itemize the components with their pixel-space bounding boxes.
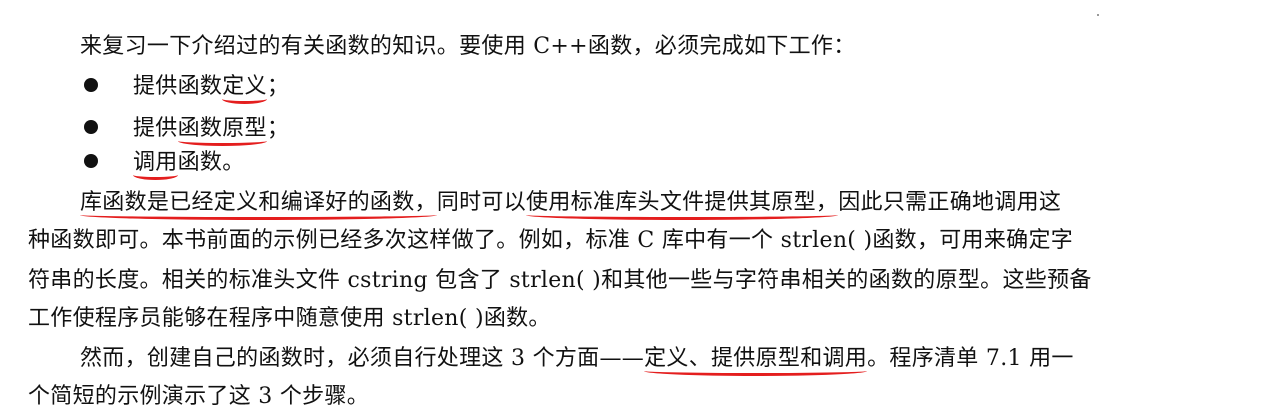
- underlined-three-aspects: 定义、提供原型和调用: [644, 346, 868, 376]
- paragraph2-after-text: 。程序清单 7.1 用一: [867, 346, 1074, 371]
- paragraph2-before-text: 然而，创建自己的函数时，必须自行处理这 3 个方面——: [80, 346, 645, 371]
- underlined-header-prototype: 使用标准库头文件提供其原型，: [526, 190, 839, 220]
- paragraph2-line1: 然而，创建自己的函数时，必须自行处理这 3 个方面——定义、提供原型和调用。程序…: [80, 344, 1269, 376]
- bullet-text-after: ；: [266, 116, 290, 141]
- intro-line: 来复习一下介绍过的有关函数的知识。要使用 C++函数，必须完成如下工作：: [80, 32, 1269, 62]
- speck-mark: [1097, 14, 1099, 16]
- paragraph1-end-text: 因此只需正确地调用这: [838, 190, 1062, 215]
- paragraph1-text: 符串的长度。相关的标准头文件 cstring 包含了 strlen( )和其他一…: [28, 268, 1092, 293]
- bullet-text-before: 提供: [133, 116, 178, 141]
- paragraph1-line4: 工作使程序员能够在程序中随意使用 strlen( )函数。: [28, 304, 1269, 334]
- intro-text: 来复习一下介绍过的有关函数的知识。要使用 C++函数，必须完成如下工作：: [80, 34, 856, 59]
- paragraph1-line1: 库函数是已经定义和编译好的函数，同时可以使用标准库头文件提供其原型，因此只需正确…: [80, 188, 1269, 220]
- bullet-text: 调用函数。: [133, 148, 245, 180]
- underlined-term-call: 调用: [133, 150, 178, 180]
- paragraph1-line3: 符串的长度。相关的标准头文件 cstring 包含了 strlen( )和其他一…: [28, 266, 1269, 296]
- underlined-term-prototype: 函数原型: [177, 116, 267, 146]
- underlined-library-functions: 库函数是已经定义和编译好的函数，: [80, 190, 437, 220]
- bullet-text-after: 函数。: [177, 150, 245, 175]
- paragraph1-mid-text: 同时可以: [436, 190, 527, 215]
- paragraph2-text: 个简短的示例演示了这 3 个步骤。: [28, 384, 370, 409]
- bullet-text-before: 提供函数: [133, 74, 223, 99]
- underlined-term-definition: 定义: [222, 74, 267, 104]
- bullet-dot-icon: [84, 154, 98, 168]
- bullet-text: 提供函数定义；: [133, 72, 290, 104]
- bullet-text: 提供函数原型；: [133, 114, 290, 146]
- paragraph1-line2: 种函数即可。本书前面的示例已经多次这样做了。例如，标准 C 库中有一个 strl…: [28, 226, 1269, 256]
- bullet-text-after: ；: [266, 74, 290, 99]
- paragraph1-text: 种函数即可。本书前面的示例已经多次这样做了。例如，标准 C 库中有一个 strl…: [28, 228, 1074, 253]
- paragraph2-line2: 个简短的示例演示了这 3 个步骤。: [28, 382, 1269, 412]
- bullet-dot-icon: [84, 78, 98, 92]
- bullet-dot-icon: [84, 120, 98, 134]
- document-page: 来复习一下介绍过的有关函数的知识。要使用 C++函数，必须完成如下工作： 提供函…: [0, 0, 1269, 420]
- paragraph1-text: 工作使程序员能够在程序中随意使用 strlen( )函数。: [28, 306, 551, 331]
